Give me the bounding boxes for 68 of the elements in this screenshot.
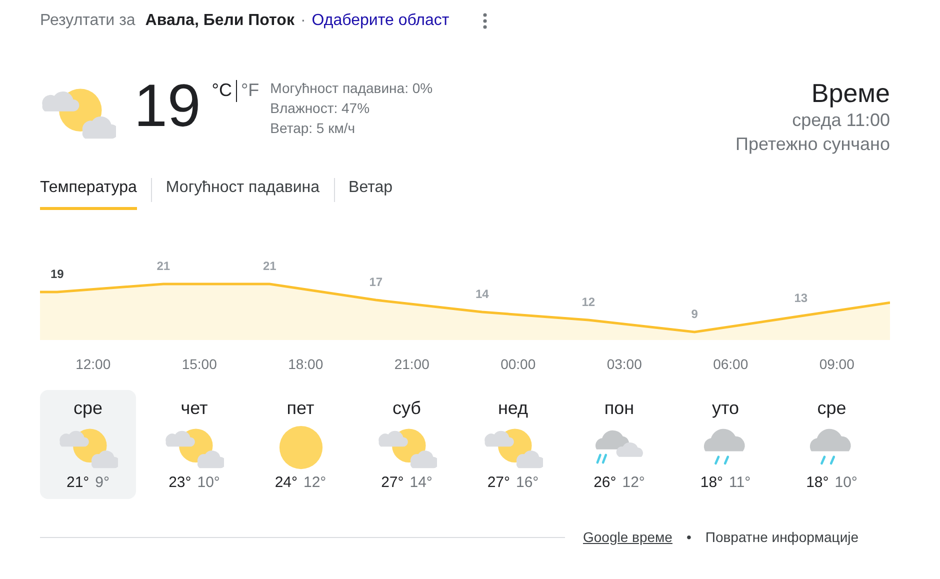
high-temperature: 26°: [594, 474, 616, 491]
day-name: чет: [180, 398, 208, 419]
low-temperature: 11°: [729, 474, 751, 491]
temperature-value: 19: [134, 76, 201, 136]
low-temperature: 14°: [410, 474, 432, 491]
high-temperature: 24°: [274, 474, 298, 491]
low-temperature: 12°: [622, 474, 645, 491]
high-temperature: 27°: [381, 474, 404, 491]
temperature-label: 21: [156, 259, 170, 273]
high-temperature: 18°: [806, 474, 829, 491]
high-temperature: 18°: [700, 474, 724, 491]
day-name: суб: [392, 398, 421, 419]
day-forecast[interactable]: суб 27° 14°: [358, 390, 455, 499]
temperature-label: 14: [475, 287, 489, 301]
low-temperature: 9°: [95, 474, 110, 491]
high-temperature: 21°: [66, 474, 90, 491]
chart-tab[interactable]: Могућност падавина: [166, 170, 320, 210]
low-temperature: 16°: [516, 474, 539, 491]
weather-detail: Ветар: 5 км/ч: [270, 119, 356, 138]
day-forecast[interactable]: нед 27° 16°: [465, 390, 561, 499]
results-label: Резултати за: [40, 12, 136, 30]
current-time: среда 11:00: [792, 109, 890, 132]
unit-toggle[interactable]: °F: [240, 80, 260, 101]
time-label: 15:00: [180, 356, 218, 372]
temperature-label: 12: [582, 295, 596, 309]
feedback-link[interactable]: Повратне информације: [705, 529, 859, 545]
temperature-label: 13: [794, 291, 808, 305]
temperature-label: 9: [691, 307, 698, 321]
chart-tab[interactable]: Ветар: [348, 170, 393, 210]
temperature-label: 21: [262, 259, 276, 273]
weather-detail: Влажност: 47%: [270, 99, 371, 118]
time-label: 00:00: [500, 356, 537, 372]
chart-tab[interactable]: Температура: [40, 170, 137, 210]
separator-dot: •: [686, 529, 692, 545]
day-forecast[interactable]: пет 24° 12°: [252, 390, 348, 499]
time-label: 03:00: [606, 356, 643, 372]
low-temperature: 12°: [304, 474, 326, 491]
day-forecast[interactable]: сре 18° 10°: [784, 390, 880, 499]
weather-title: Време: [811, 78, 890, 108]
high-temperature: 27°: [487, 474, 510, 491]
temperature-label: 17: [369, 275, 383, 289]
day-name: сре: [73, 398, 103, 419]
unit-toggle[interactable]: °C: [210, 80, 233, 101]
weather-detail: Могућност падавина: 0%: [270, 79, 433, 98]
day-name: уто: [712, 398, 740, 419]
choose-area-link[interactable]: Одаберите област: [312, 12, 450, 30]
day-name: пон: [604, 398, 634, 419]
high-temperature: 23°: [168, 474, 192, 491]
condition-text: Претежно сунчано: [736, 133, 890, 156]
separator-dot: ·: [300, 12, 306, 30]
more-icon[interactable]: [483, 13, 488, 29]
day-forecast[interactable]: чет 23° 10°: [146, 390, 242, 499]
day-name: нед: [498, 398, 528, 419]
location-name: Авала, Бели Поток: [145, 12, 294, 30]
day-name: сре: [817, 398, 846, 419]
time-label: 21:00: [393, 356, 430, 372]
day-name: пет: [286, 398, 314, 419]
day-forecast[interactable]: уто 18° 11°: [678, 390, 774, 499]
weather-source-link[interactable]: Google време: [583, 529, 672, 545]
low-temperature: 10°: [197, 474, 220, 491]
temperature-label: 19: [50, 267, 64, 281]
time-label: 06:00: [712, 356, 750, 372]
day-forecast[interactable]: сре 21° 9°: [40, 390, 136, 499]
low-temperature: 10°: [834, 474, 858, 491]
day-forecast[interactable]: пон 26° 12°: [571, 390, 668, 499]
time-label: 18:00: [287, 356, 324, 372]
time-label: 12:00: [74, 356, 112, 372]
time-label: 09:00: [818, 356, 856, 372]
